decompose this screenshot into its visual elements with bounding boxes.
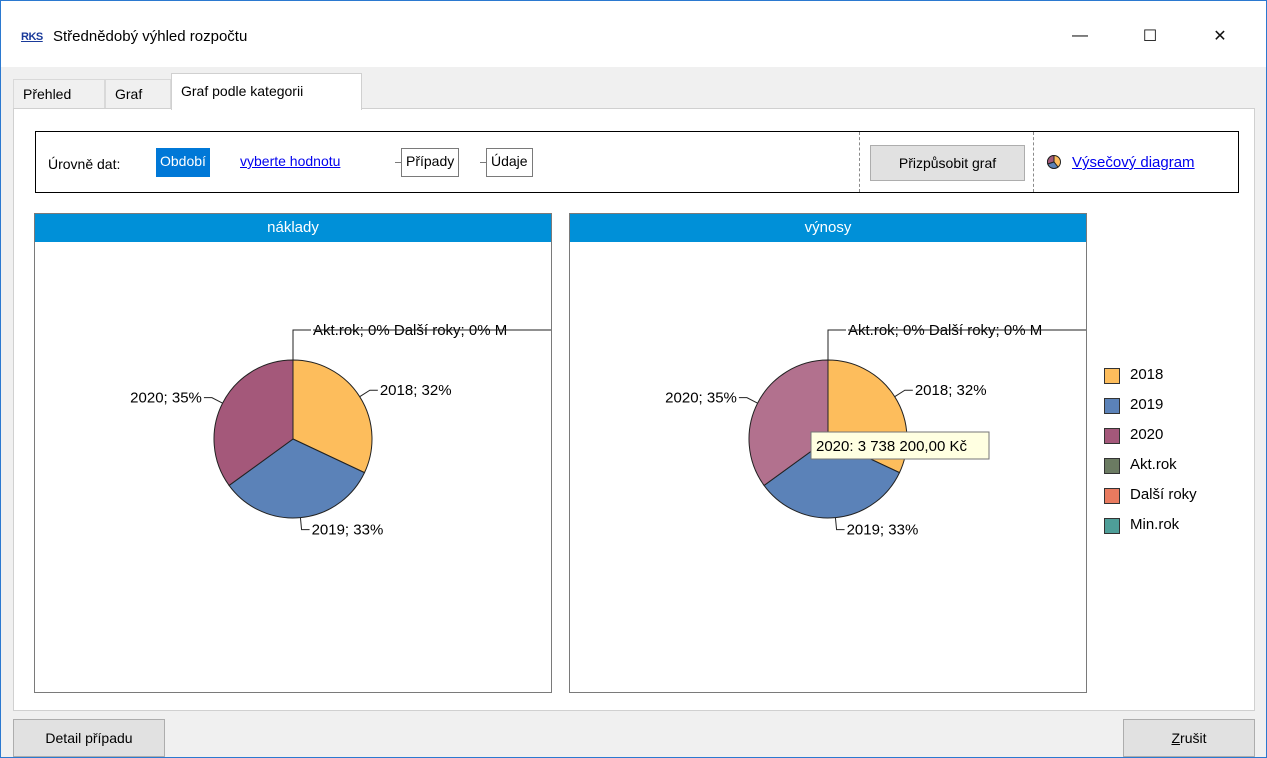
minimize-button[interactable]: — — [1057, 19, 1103, 53]
legend-swatch — [1104, 458, 1120, 474]
tab-graf[interactable]: Graf — [105, 79, 171, 109]
legend-label: 2019 — [1130, 396, 1164, 413]
legend-item: 2020 — [1104, 425, 1234, 447]
legend-item: Akt.rok — [1104, 455, 1234, 477]
title-bar[interactable]: RKS Střednědobý výhled rozpočtu — ☐ ✕ — [1, 1, 1266, 67]
case-detail-button[interactable]: Detail případu — [13, 719, 165, 757]
app-logo-icon: RKS — [21, 31, 43, 43]
legend-label: Akt.rok — [1130, 456, 1177, 473]
leader-line — [738, 397, 758, 404]
close-button[interactable]: ✕ — [1197, 19, 1243, 53]
data-level-toolbar: Úrovně dat: Období vyberte hodnotu Přípa… — [35, 131, 1239, 193]
tooltip-text: 2020: 3 738 200,00 Kč — [816, 438, 967, 455]
slice-label: 2018; 32% — [915, 382, 987, 399]
leader-line — [299, 517, 310, 531]
pie-chart-icon[interactable] — [1046, 154, 1062, 170]
leader-line — [894, 389, 913, 398]
app-window: RKS Střednědobý výhled rozpočtu — ☐ ✕ Př… — [0, 0, 1267, 758]
legend-swatch — [1104, 428, 1120, 444]
tab-prehled[interactable]: Přehled — [13, 79, 105, 109]
tooltip: 2020: 3 738 200,00 Kč — [810, 431, 990, 460]
maximize-button[interactable]: ☐ — [1127, 19, 1173, 53]
legend-item: 2018 — [1104, 365, 1234, 387]
access-key: Z — [1171, 730, 1181, 746]
tab-page: Úrovně dat: Období vyberte hodnotu Přípa… — [13, 108, 1255, 711]
toolbar-separator — [1033, 132, 1034, 192]
pie-chart-type-link[interactable]: Výsečový diagram — [1072, 154, 1195, 171]
legend-label: 2020 — [1130, 426, 1164, 443]
leader-line — [827, 329, 846, 360]
legend-swatch — [1104, 398, 1120, 414]
leader-line — [203, 397, 223, 404]
minimize-icon: — — [1072, 27, 1088, 44]
slice-label: 2020; 35% — [130, 390, 202, 407]
crumb-udaje[interactable]: Údaje — [486, 148, 533, 177]
crumb-pripady[interactable]: Případy — [401, 148, 460, 177]
legend-item: 2019 — [1104, 395, 1234, 417]
close-icon: ✕ — [1213, 28, 1227, 45]
toolbar-separator — [859, 132, 860, 192]
chart-title: náklady — [35, 214, 551, 242]
leader-line — [359, 389, 378, 398]
chart-panel-naklady: náklady 2018; 32% 2019; 33% 2020; 35% Akt.r… — [34, 213, 552, 693]
slice-label: 2019; 33% — [312, 522, 384, 539]
legend-swatch — [1104, 488, 1120, 504]
cancel-button[interactable]: Zrušit — [1123, 719, 1255, 757]
chart-panel-vynosy: výnosy 2018; 32% 2019; 33% 2020; 35% Akt.ro… — [569, 213, 1087, 693]
window-title: Střednědobý výhled rozpočtu — [53, 28, 248, 45]
slice-label: 2020; 35% — [665, 390, 737, 407]
crumb-obdobi[interactable]: Období — [156, 148, 210, 177]
legend-label: Min.rok — [1130, 516, 1180, 533]
legend-swatch — [1104, 368, 1120, 384]
pie-chart[interactable]: 2018; 32%2019; 33%2020; 35%Akt.rok; 0% D… — [35, 242, 551, 692]
data-levels-label: Úrovně dat: — [48, 156, 121, 172]
leader-line — [292, 329, 311, 360]
legend-item: Min.rok — [1104, 515, 1234, 537]
legend-swatch — [1104, 518, 1120, 534]
leader-line — [834, 517, 845, 531]
legend-label: 2018 — [1130, 366, 1164, 383]
legend-item: Další roky — [1104, 485, 1234, 507]
tab-graf-podle-kategorii[interactable]: Graf podle kategorii — [171, 73, 362, 110]
slice-label: 2019; 33% — [847, 522, 919, 539]
fit-chart-button[interactable]: Přizpůsobit graf — [870, 145, 1025, 181]
maximize-icon: ☐ — [1142, 28, 1158, 45]
slice-label: 2018; 32% — [380, 382, 452, 399]
pie-chart[interactable]: 2018; 32%2019; 33%2020; 35%Akt.rok; 0% D… — [570, 242, 1086, 692]
legend-label: Další roky — [1130, 486, 1197, 503]
crumb-select-value[interactable]: vyberte hodnotu — [236, 148, 344, 177]
chart-title: výnosy — [570, 214, 1086, 242]
